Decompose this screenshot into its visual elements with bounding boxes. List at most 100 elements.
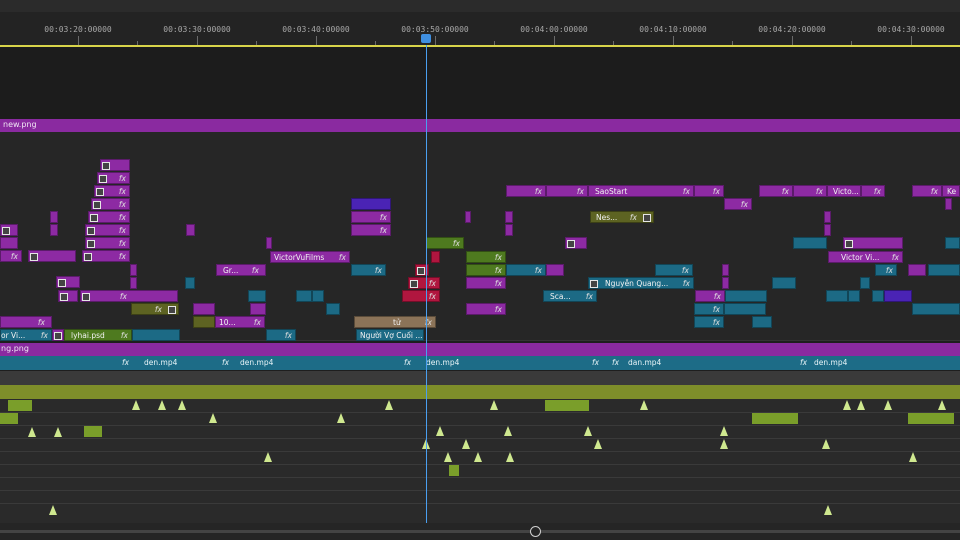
image-clip[interactable] [266, 237, 272, 249]
image-clip[interactable]: Gr... fx [216, 264, 266, 276]
audio-clip-label[interactable]: den.mp4 [144, 356, 177, 370]
image-clip[interactable]: Victo... [827, 185, 861, 197]
video-clip[interactable] [793, 237, 827, 249]
audio-clip[interactable] [857, 400, 865, 410]
image-clip[interactable] [130, 264, 137, 276]
audio-clip[interactable] [49, 505, 57, 515]
audio-clip[interactable] [822, 439, 830, 449]
video-clip[interactable] [326, 303, 340, 315]
video-clip[interactable]: fx [466, 264, 506, 276]
video-clip[interactable] [826, 290, 848, 302]
video-clip[interactable]: fx [694, 303, 724, 315]
image-clip[interactable] [824, 211, 831, 223]
image-clip[interactable] [0, 237, 18, 249]
image-clip[interactable]: fx [85, 237, 130, 249]
audio-clip[interactable] [843, 400, 851, 410]
image-clip[interactable]: fx [466, 303, 506, 315]
video-clip[interactable]: lyhai.psd fx [64, 329, 132, 341]
zoom-knob-icon[interactable] [530, 526, 541, 537]
video-clip[interactable]: Người Vợ Cuối ... [356, 329, 424, 341]
image-clip[interactable]: VictorVuFilms fx [270, 251, 350, 263]
image-clip[interactable]: Ke [942, 185, 960, 197]
image-clip[interactable]: fx [351, 211, 391, 223]
audio-clip[interactable] [0, 413, 18, 424]
video-clip[interactable]: fx [466, 251, 506, 263]
image-clip[interactable] [250, 303, 266, 315]
image-clip[interactable]: fx [695, 290, 725, 302]
audio-clip[interactable] [908, 413, 954, 424]
video-clip[interactable]: fx [426, 237, 464, 249]
image-clip[interactable] [824, 224, 831, 236]
image-clip[interactable] [193, 303, 215, 315]
image-clip[interactable] [722, 277, 729, 289]
audio-clip[interactable] [752, 413, 798, 424]
video-clip[interactable] [725, 290, 767, 302]
image-clip[interactable] [100, 159, 130, 171]
video-clip[interactable] [248, 290, 266, 302]
video-clip[interactable] [860, 277, 870, 289]
video-clip[interactable] [912, 303, 960, 315]
playhead-icon[interactable] [421, 34, 431, 43]
video-clip[interactable]: Nes... fx [590, 211, 654, 223]
audio-track-label-bar[interactable]: ng.png [0, 343, 960, 356]
image-clip[interactable] [465, 211, 471, 223]
audio-clip[interactable] [158, 400, 166, 410]
audio-clip[interactable] [584, 426, 592, 436]
image-clip[interactable]: 10... fx [215, 316, 265, 328]
image-clip[interactable] [546, 264, 564, 276]
video-clip[interactable] [872, 290, 884, 302]
audio-clip-label[interactable]: dan.mp4 [628, 356, 661, 370]
video-clip[interactable]: tử fx [354, 316, 436, 328]
image-clip[interactable]: fx [466, 277, 506, 289]
video-clip[interactable]: fx [408, 277, 440, 289]
audio-clip[interactable] [938, 400, 946, 410]
image-clip[interactable] [908, 264, 926, 276]
video-clip[interactable] [724, 303, 766, 315]
video-clip[interactable]: Sca... fx [543, 290, 597, 302]
audio-clip[interactable] [720, 426, 728, 436]
video-clip[interactable] [772, 277, 796, 289]
image-clip[interactable] [351, 198, 391, 210]
timeline-zoom-scrollbar[interactable] [0, 523, 960, 540]
image-clip[interactable]: fx [759, 185, 793, 197]
audio-clip[interactable] [28, 427, 36, 437]
audio-clip[interactable] [209, 413, 217, 423]
image-clip[interactable] [884, 290, 912, 302]
image-clip[interactable]: fx [351, 224, 391, 236]
image-clip[interactable]: fx [546, 185, 588, 197]
audio-clip[interactable] [490, 400, 498, 410]
video-clip[interactable]: fx [131, 303, 179, 315]
audio-clip-label[interactable]: den.mp4 [814, 356, 847, 370]
video-clip[interactable]: fx [402, 290, 440, 302]
image-clip[interactable] [843, 237, 903, 249]
audio-clip[interactable] [824, 505, 832, 515]
image-clip[interactable] [505, 211, 513, 223]
image-clip[interactable]: fx [94, 185, 130, 197]
audio-clip[interactable] [84, 426, 102, 437]
image-clip[interactable] [505, 224, 513, 236]
audio-clip[interactable] [909, 452, 917, 462]
image-clip[interactable] [130, 277, 137, 289]
image-clip[interactable]: fx [91, 198, 130, 210]
image-clip[interactable]: fx [694, 185, 724, 197]
video-track-top-clip[interactable]: new.png [0, 119, 960, 132]
audio-clip[interactable] [385, 400, 393, 410]
video-clip[interactable] [928, 264, 960, 276]
audio-clip[interactable] [474, 452, 482, 462]
audio-clip[interactable] [462, 439, 470, 449]
image-clip[interactable] [722, 264, 729, 276]
image-clip[interactable] [50, 224, 58, 236]
image-clip[interactable]: Victor Vi... fx [828, 251, 903, 263]
playhead-line[interactable] [426, 45, 427, 523]
video-clip[interactable] [752, 316, 772, 328]
video-clip[interactable]: Nguyễn Quang... fx [588, 277, 694, 289]
image-clip[interactable]: fx [0, 250, 22, 262]
audio-clip[interactable] [640, 400, 648, 410]
image-clip[interactable]: fx [80, 290, 178, 302]
image-clip[interactable]: SaoStart fx [588, 185, 694, 197]
video-clip[interactable] [185, 277, 195, 289]
video-clip[interactable]: fx [506, 264, 546, 276]
video-clip[interactable]: fx [875, 264, 897, 276]
audio-clip[interactable] [449, 465, 459, 476]
audio-clip[interactable] [8, 400, 32, 411]
